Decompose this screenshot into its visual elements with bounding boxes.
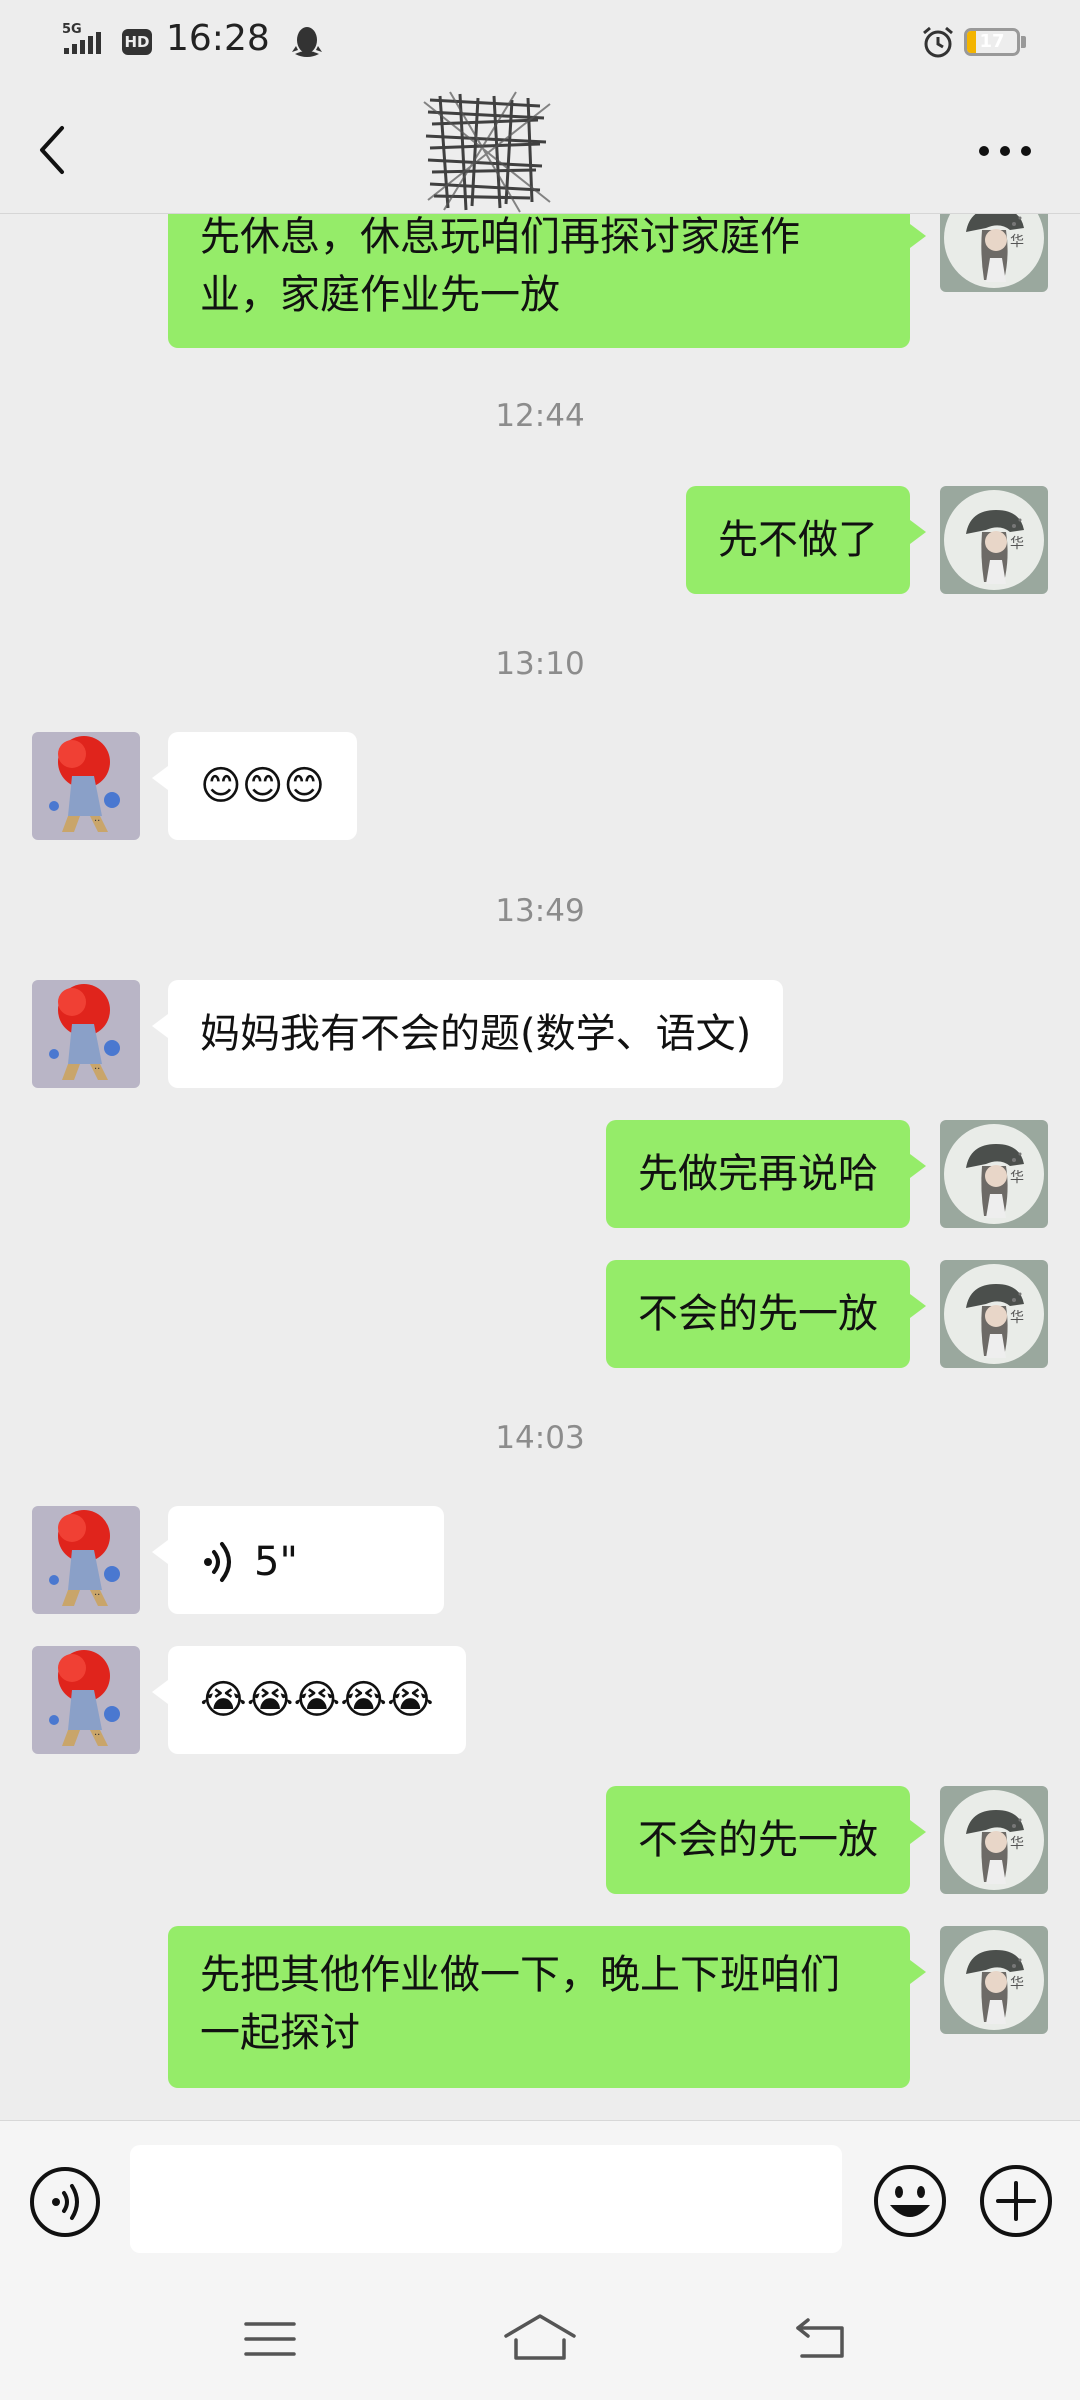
chevron-left-icon[interactable]: [28, 118, 84, 182]
message-bubble[interactable]: 先不做了: [686, 486, 926, 594]
menu-icon[interactable]: [240, 2314, 300, 2364]
voice-input-icon[interactable]: [28, 2165, 102, 2239]
home-icon[interactable]: [500, 2310, 580, 2366]
status-time: 16:28: [166, 18, 270, 59]
voice-wave-icon: [204, 1542, 231, 1582]
alarm-icon: [923, 26, 953, 58]
contact-avatar[interactable]: [32, 1506, 140, 1614]
message-bubble[interactable]: 先做完再说哈: [606, 1120, 926, 1228]
back-icon[interactable]: [790, 2312, 850, 2364]
network-type: 5G: [62, 22, 82, 37]
timestamp: 13:10: [495, 646, 585, 682]
timestamp: 12:44: [495, 398, 585, 434]
battery-icon: 17: [964, 28, 1020, 56]
plus-icon[interactable]: [976, 2161, 1056, 2241]
my-avatar[interactable]: [940, 486, 1048, 594]
my-avatar[interactable]: [940, 1120, 1048, 1228]
message-bubble[interactable]: 😊😊😊: [151, 732, 358, 840]
chat-area[interactable]: 先休息，休息玩咱们再探讨家庭作业，家庭作业先一放 12:44 先不做了 13:1…: [0, 0, 1080, 2120]
system-navigation-bar: [0, 2280, 1080, 2400]
my-avatar[interactable]: [940, 1926, 1048, 2034]
status-bar: 5G HD 16:28 17: [0, 0, 1080, 86]
message-bubble[interactable]: 先把其他作业做一下，晚上下班咱们一起探讨: [168, 1926, 926, 2088]
contact-avatar[interactable]: [32, 732, 140, 840]
contact-avatar[interactable]: [32, 980, 140, 1088]
battery-level: 17: [979, 31, 1005, 52]
timestamp: 14:03: [495, 1420, 585, 1456]
hd-icon: HD: [122, 29, 152, 55]
my-avatar[interactable]: [940, 1260, 1048, 1368]
message-bubble[interactable]: 不会的先一放: [606, 1786, 926, 1894]
input-bar: [0, 2120, 1080, 2280]
more-dots-icon[interactable]: [970, 126, 1040, 176]
voice-message-bubble[interactable]: 5": [152, 1506, 444, 1614]
message-bubble[interactable]: 妈妈我有不会的题(数学、语文): [151, 980, 784, 1088]
signal-icon: 5G: [62, 22, 101, 54]
message-bubble[interactable]: 😭😭😭😭😭: [152, 1646, 466, 1754]
chat-header: [0, 86, 1080, 214]
contact-avatar[interactable]: [32, 1646, 140, 1754]
my-avatar[interactable]: [940, 1786, 1048, 1894]
message-bubble[interactable]: 不会的先一放: [606, 1260, 926, 1368]
emoji-icon[interactable]: [870, 2161, 950, 2241]
qq-icon: [292, 27, 322, 57]
timestamp: 13:49: [495, 893, 585, 929]
voice-duration: 5": [254, 1539, 298, 1585]
message-input[interactable]: [130, 2145, 842, 2253]
chat-title-redacted: [423, 91, 551, 213]
battery-tip: [1021, 36, 1026, 48]
